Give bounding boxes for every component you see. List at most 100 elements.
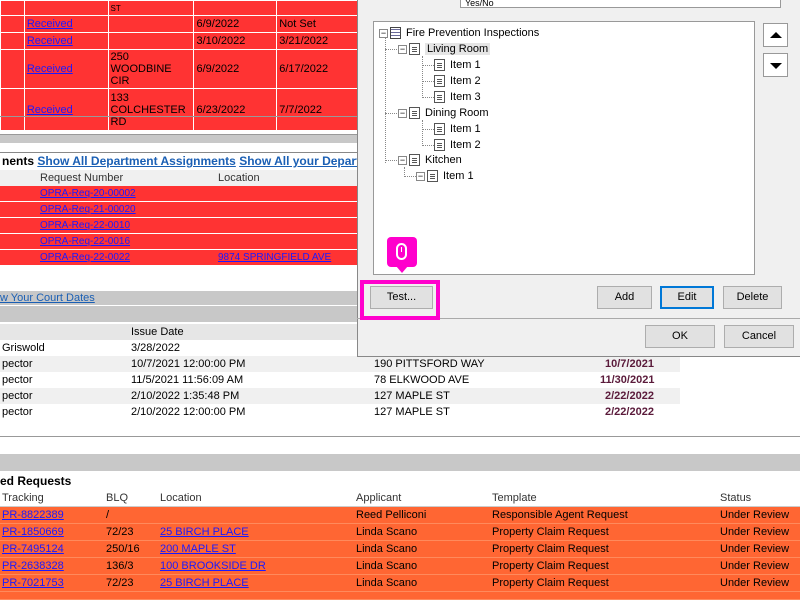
show-all-department-assignments-link[interactable]: Show All Department Assignments (37, 154, 235, 168)
due-date: 10/7/2021 (605, 358, 654, 370)
template-name: Property Claim Request (492, 560, 609, 572)
opra-request-link[interactable]: OPRA-Req-22-0016 (40, 234, 130, 249)
inspection-address: 78 ELKWOOD AVE (374, 374, 470, 386)
ok-button[interactable]: OK (645, 325, 715, 348)
move-up-button[interactable] (763, 23, 788, 47)
tree-item-label: Item 1 (450, 123, 481, 135)
inspection-row: pector 2/10/2022 12:00:00 PM 127 MAPLE ST 2… (0, 404, 680, 420)
property-request-row[interactable]: PR-2638328 136/3 100 BROOKSIDE DR Linda … (0, 558, 800, 575)
opra-row: OPRA-Req-21-00020 (0, 202, 358, 218)
divider (0, 116, 358, 117)
collapse-toggle-icon[interactable]: − (379, 28, 388, 38)
blq-value: 250/16 (106, 543, 140, 555)
mouse-icon (396, 243, 407, 260)
show-court-dates-link[interactable]: w Your Court Dates (0, 292, 95, 304)
property-request-row[interactable]: PR-7495124 250/16 200 MAPLE ST Linda Sca… (0, 541, 800, 558)
blq-value: 72/23 (106, 526, 134, 538)
delete-button[interactable]: Delete (723, 286, 782, 309)
move-down-button[interactable] (763, 53, 788, 77)
received-link[interactable]: Received (27, 35, 73, 47)
property-requests-title: ed Requests (0, 474, 72, 488)
grid-cell (107, 15, 195, 33)
tree-item-node[interactable]: Item 1 (434, 58, 481, 73)
opra-request-link[interactable]: OPRA-Req-22-0022 (40, 250, 130, 265)
tree-root-node[interactable]: − Fire Prevention Inspections (379, 26, 539, 41)
document-icon (434, 91, 445, 104)
tree-room-node[interactable]: − Living Room (398, 42, 491, 57)
opra-request-link[interactable]: OPRA-Req-21-00020 (40, 202, 136, 217)
answer-type-value: Yes/No (465, 0, 494, 8)
tracking-link[interactable]: PR-8822389 (2, 507, 64, 524)
grid-cell: Received (23, 88, 109, 131)
status-text: Under Review (720, 526, 790, 538)
tree-room-node[interactable]: − Dining Room (398, 106, 489, 121)
tree-connector (422, 56, 423, 98)
col-status: Status (720, 492, 752, 504)
tracking-link[interactable]: PR-7021753 (2, 575, 64, 592)
tree-connector (422, 97, 434, 98)
document-icon (434, 139, 445, 152)
cancel-button[interactable]: Cancel (724, 325, 794, 348)
issue-date: 2/10/2022 1:35:48 PM (131, 390, 240, 402)
tree-root-label: Fire Prevention Inspections (406, 27, 540, 39)
edit-button[interactable]: Edit (660, 286, 714, 309)
collapse-toggle-icon[interactable]: − (398, 44, 407, 54)
col-template: Template (492, 492, 537, 504)
inspection-address: 190 PITTSFORD WAY (374, 358, 485, 370)
document-icon (409, 43, 420, 56)
grid-address: ST (110, 4, 121, 13)
tree-room-label: Kitchen (425, 154, 462, 166)
received-link[interactable]: Received (27, 18, 73, 30)
col-issue-date: Issue Date (131, 326, 184, 338)
tree-connector (385, 37, 386, 163)
applicant-name: Linda Scano (356, 526, 418, 538)
location-link[interactable]: 200 MAPLE ST (160, 541, 236, 558)
property-request-row[interactable]: PR-7021753 72/23 25 BIRCH PLACE Linda Sc… (0, 575, 800, 592)
tree-item-node[interactable]: Item 1 (434, 122, 481, 137)
document-icon (409, 107, 420, 120)
opra-location-link[interactable]: 9874 SPRINGFIELD AVE (218, 250, 331, 265)
grid-cell: Received (23, 32, 109, 50)
property-request-row[interactable]: PR-1850669 72/23 25 BIRCH PLACE Linda Sc… (0, 524, 800, 541)
template-name: Property Claim Request (492, 526, 609, 538)
grid-date1: 3/10/2022 (193, 32, 278, 50)
opra-request-link[interactable]: OPRA-Req-22-0010 (40, 218, 130, 233)
grid-cell: ST (107, 0, 195, 16)
inspection-tree[interactable]: − Fire Prevention Inspections − Living Roo… (373, 21, 755, 275)
document-icon (427, 170, 438, 183)
dept-bar-prefix: nents (2, 154, 35, 168)
tracking-link[interactable]: PR-1850669 (2, 524, 64, 541)
collapse-toggle-icon[interactable]: − (398, 108, 407, 118)
document-icon (409, 154, 420, 167)
tree-item-node[interactable]: − Item 1 (416, 169, 474, 184)
grid-cell (0, 15, 25, 33)
status-text: Under Review (720, 560, 790, 572)
property-request-row[interactable]: PR-8822389 / Reed Pelliconi Responsible … (0, 507, 800, 524)
add-button[interactable]: Add (597, 286, 652, 309)
received-link[interactable]: Received (27, 63, 73, 75)
tree-item-node[interactable]: Item 2 (434, 138, 481, 153)
inspector-name: pector (2, 390, 33, 402)
tracking-link[interactable]: PR-7495124 (2, 541, 64, 558)
collapse-toggle-icon[interactable]: − (416, 171, 425, 181)
top-status-grid: ST Received 6/9/2022 Not Set Received 3/10/… (0, 0, 358, 131)
show-all-your-departments-link[interactable]: Show All your Departm (239, 154, 358, 168)
section-band (0, 135, 358, 143)
location-link[interactable]: 25 BIRCH PLACE (160, 575, 249, 592)
collapse-toggle-icon[interactable]: − (398, 155, 407, 165)
location-link[interactable]: 100 BROOKSIDE DR (160, 558, 266, 575)
tree-room-node[interactable]: − Kitchen (398, 153, 462, 168)
status-text: Under Review (720, 509, 790, 521)
tree-room-label: Living Room (425, 43, 491, 55)
tree-item-node[interactable]: Item 3 (434, 90, 481, 105)
received-link[interactable]: Received (27, 104, 73, 116)
answer-type-field[interactable]: Yes/No (460, 0, 781, 8)
opra-request-link[interactable]: OPRA-Req-20-00002 (40, 186, 136, 201)
arrow-up-icon (770, 32, 782, 38)
tracking-link[interactable]: PR-2638328 (2, 558, 64, 575)
location-link[interactable]: 25 BIRCH PLACE (160, 524, 249, 541)
inspection-address: 127 MAPLE ST (374, 406, 450, 418)
applicant-name: Linda Scano (356, 560, 418, 572)
tree-item-node[interactable]: Item 2 (434, 74, 481, 89)
status-text: Under Review (720, 543, 790, 555)
